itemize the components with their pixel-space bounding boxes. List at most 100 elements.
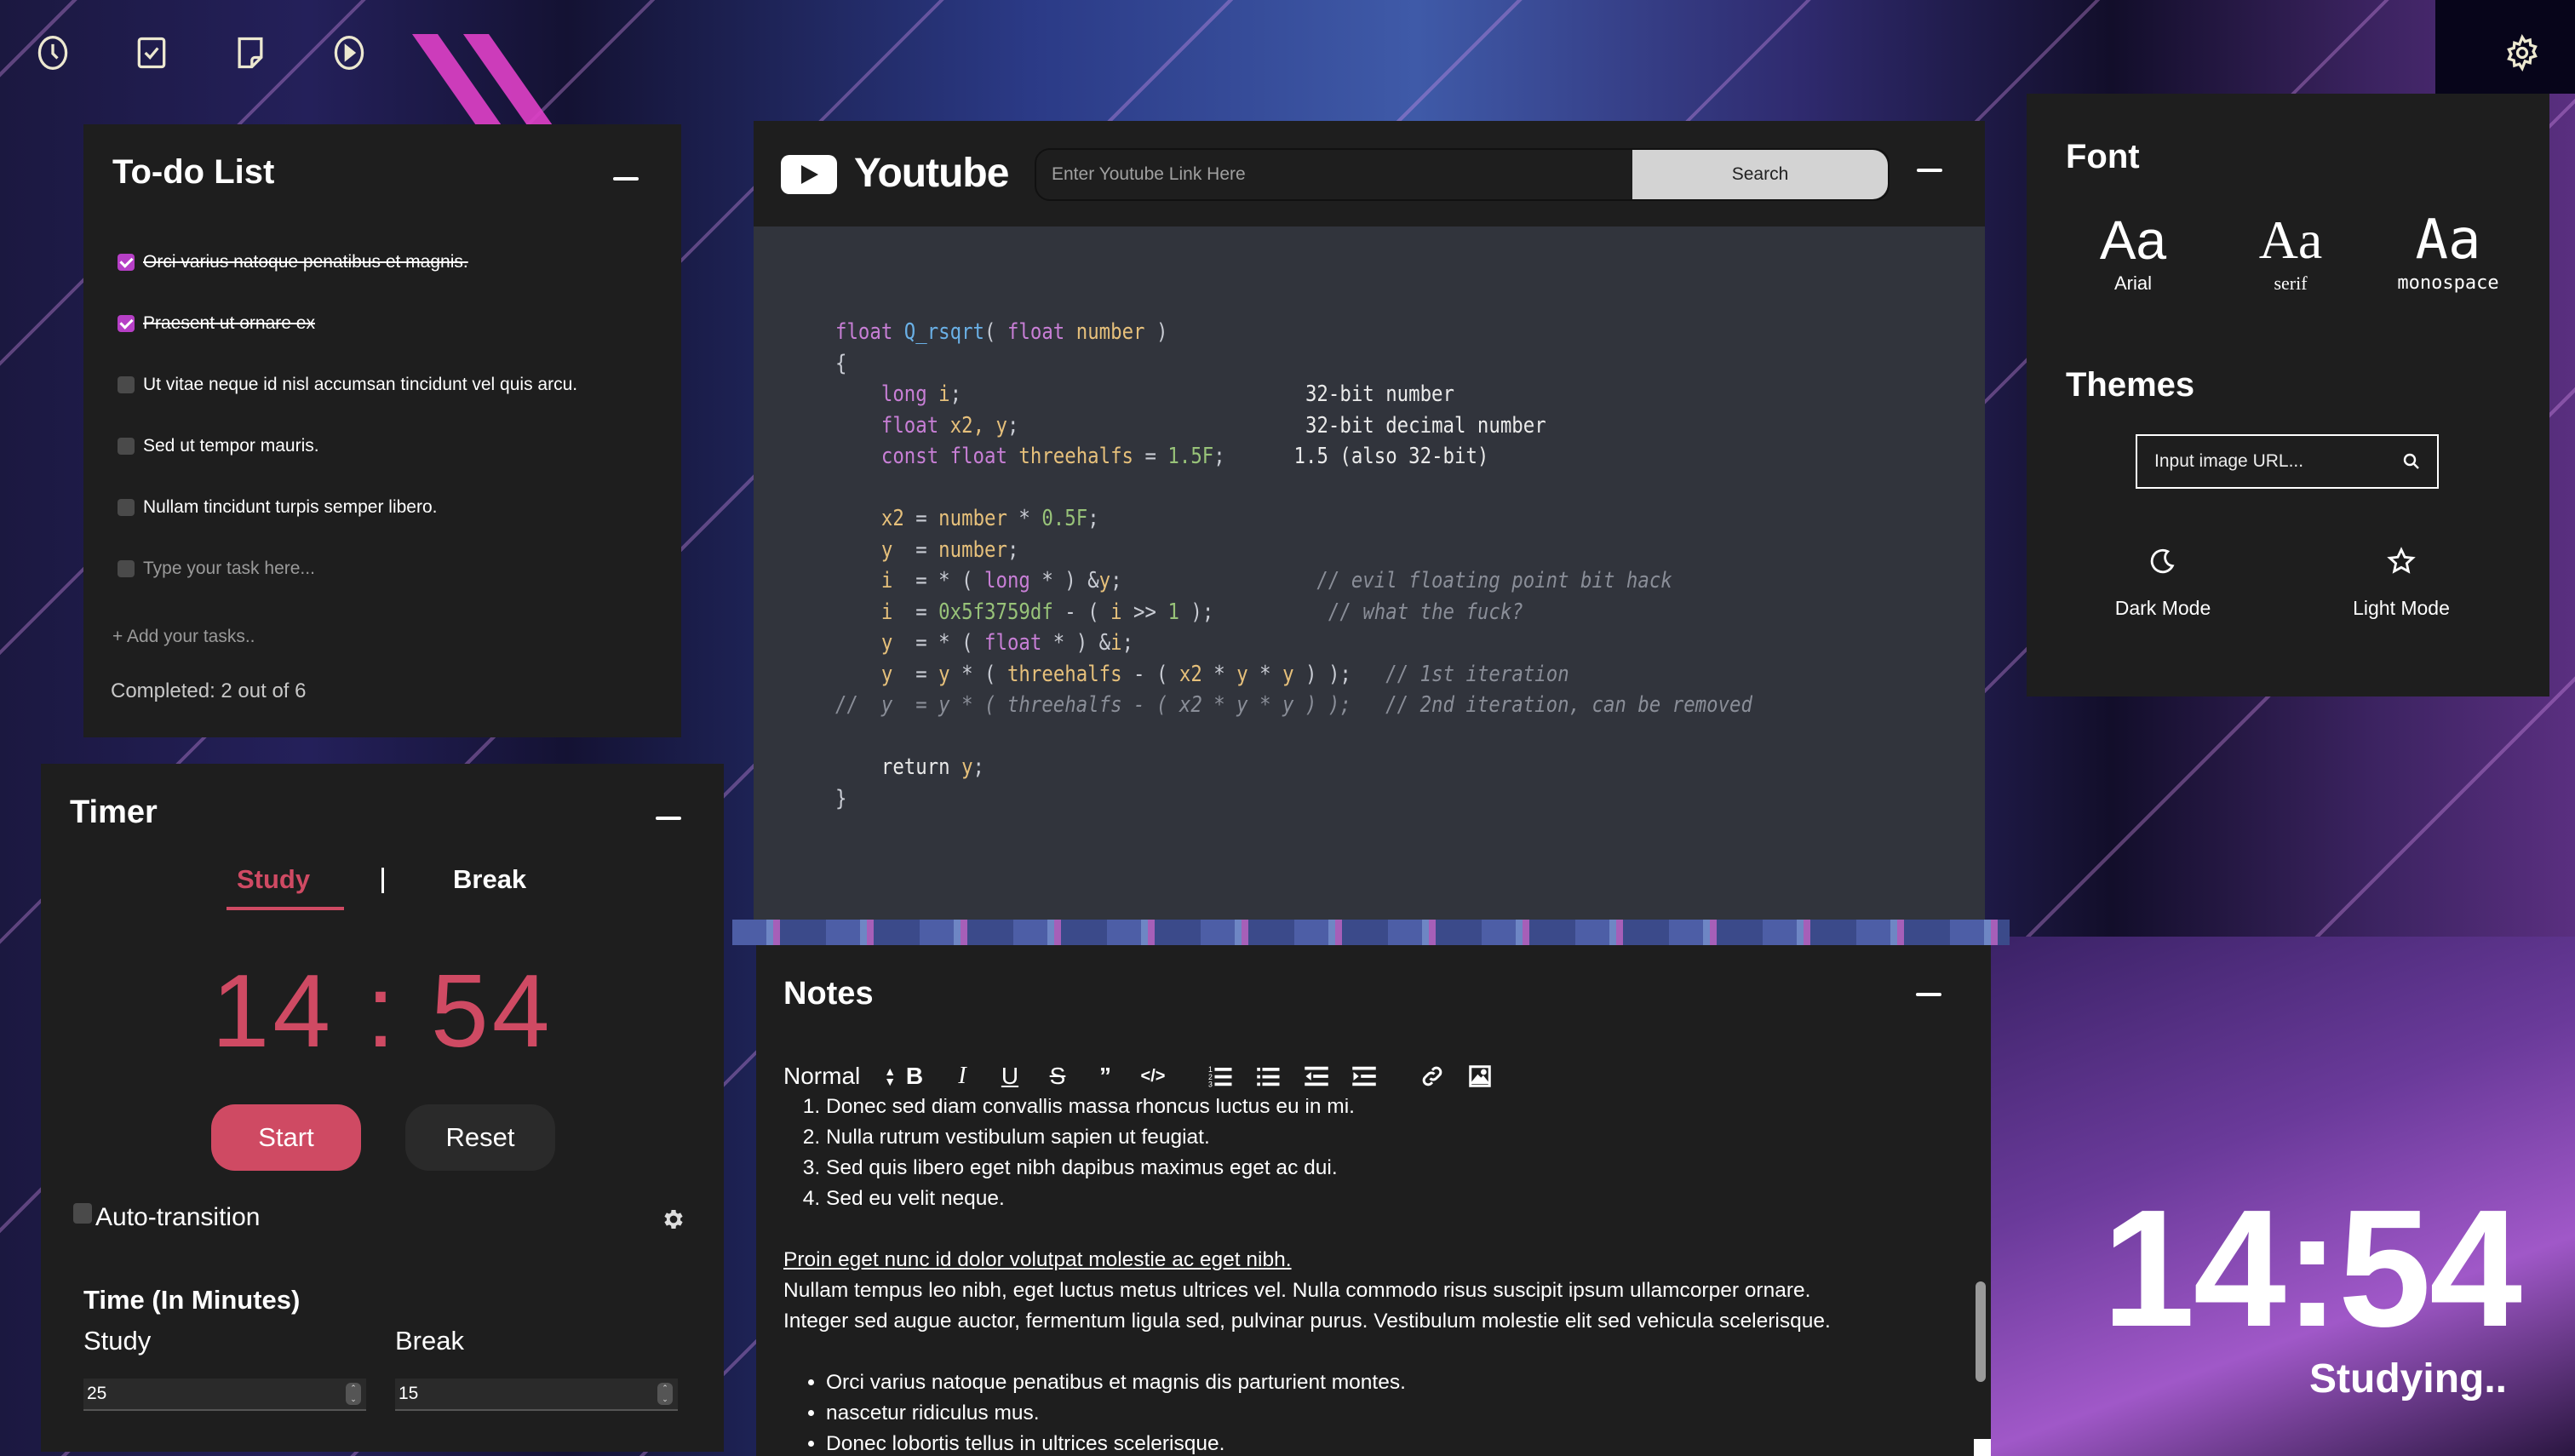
todo-item: Sed ut tempor mauris. — [118, 416, 662, 477]
youtube-play-icon[interactable] — [327, 31, 371, 75]
add-task-button[interactable]: + Add your tasks.. — [112, 627, 255, 647]
gear-icon[interactable] — [2500, 31, 2544, 75]
todo-item: Nullam tincidunt turpis semper libero. — [118, 477, 662, 538]
youtube-link-input[interactable] — [1036, 150, 1632, 199]
settings-panel: Font Aa Arial Aa serif Aa monospace Them… — [2027, 94, 2549, 696]
todo-text[interactable]: Orci varius natoque penatibus et magnis. — [143, 252, 468, 272]
list-item: nascetur ridiculus mus. — [826, 1398, 1941, 1429]
list-item: Donec sed diam convallis massa rhoncus l… — [826, 1098, 1941, 1122]
study-duration-stepper[interactable]: ⌃ ⌄ — [346, 1383, 361, 1405]
todo-checkbox[interactable] — [118, 499, 135, 516]
notes-icon[interactable] — [228, 31, 272, 75]
video-frame-code: float Q_rsqrt( float number ) { long i; … — [835, 319, 1752, 811]
todo-text[interactable]: Praesent ut ornare ex — [143, 313, 315, 334]
link-icon[interactable] — [1414, 1059, 1451, 1093]
minimize-youtube-button[interactable] — [1917, 169, 1942, 172]
tab-study[interactable]: Study — [226, 864, 345, 910]
break-duration-stepper[interactable]: ⌃ ⌄ — [657, 1383, 673, 1405]
code-icon[interactable]: </> — [1134, 1059, 1172, 1093]
auto-transition-checkbox[interactable] — [73, 1203, 92, 1224]
todo-checkbox[interactable] — [118, 315, 135, 332]
break-duration-input[interactable] — [395, 1383, 657, 1405]
blockquote-icon[interactable]: ” — [1087, 1059, 1124, 1093]
youtube-search-button[interactable]: Search — [1632, 150, 1888, 199]
minimize-notes-button[interactable] — [1916, 993, 1941, 996]
font-option-arial[interactable]: Aa Arial — [2061, 213, 2205, 295]
countdown-separator: : — [366, 953, 399, 1069]
select-arrows-icon: ▲ ▼ — [884, 1064, 897, 1088]
study-duration-field: ⌃⌄ — [83, 1379, 366, 1411]
todo-text[interactable]: Ut vitae neque id nisl accumsan tincidun… — [143, 375, 577, 395]
ordered-list-icon[interactable]: 123 — [1202, 1059, 1240, 1093]
timer-settings-gear-icon[interactable] — [661, 1207, 688, 1234]
bullet-list-icon[interactable] — [1250, 1059, 1288, 1093]
youtube-video-player[interactable]: float Q_rsqrt( float number ) { long i; … — [754, 226, 1985, 920]
notes-paragraph: Integer sed augue auctor, fermentum ligu… — [783, 1310, 1831, 1333]
notes-ordered-list: Donec sed diam convallis massa rhoncus l… — [783, 1098, 1941, 1214]
youtube-logo-icon — [781, 155, 837, 194]
font-name: Arial — [2113, 272, 2152, 294]
todo-item: Orci varius natoque penatibus et magnis. — [118, 232, 662, 293]
start-button[interactable]: Start — [211, 1104, 361, 1171]
todo-icon[interactable] — [129, 31, 174, 75]
countdown-display: 14 : 54 — [41, 951, 724, 1070]
light-mode-button[interactable]: Light Mode — [2316, 547, 2486, 620]
underline-icon[interactable]: U — [991, 1059, 1029, 1093]
font-sample: Aa — [2258, 209, 2323, 270]
study-duration-input[interactable] — [83, 1383, 346, 1405]
list-item: Sed quis libero eget nibh dapibus maximu… — [826, 1153, 1941, 1184]
font-name: serif — [2274, 272, 2308, 294]
auto-transition-toggle: Auto-transition — [73, 1203, 260, 1232]
clock-icon[interactable] — [31, 31, 75, 75]
todo-checkbox[interactable] — [118, 254, 135, 271]
todo-panel: To-do List Orci varius natoque penatibus… — [83, 124, 681, 737]
font-options: Aa Arial Aa serif Aa monospace — [2061, 213, 2521, 295]
list-item: Sed eu velit neque. — [826, 1184, 1941, 1214]
timer-panel: Timer Study Break 14 : 54 Start Reset Au… — [41, 764, 724, 1452]
todo-checkbox[interactable] — [118, 376, 135, 393]
notes-underlined-text: Proin eget nunc id dolor volutpat molest… — [783, 1248, 1292, 1271]
resize-handle[interactable] — [1974, 1439, 1991, 1456]
todo-checkbox[interactable] — [118, 438, 135, 455]
auto-transition-label: Auto-transition — [95, 1203, 261, 1231]
theme-label: Dark Mode — [2114, 597, 2211, 619]
svg-text:3: 3 — [1208, 1081, 1213, 1089]
minimize-timer-button[interactable] — [656, 817, 681, 820]
strikethrough-icon[interactable]: S — [1039, 1059, 1076, 1093]
break-duration-label: Break — [395, 1326, 464, 1356]
font-option-serif[interactable]: Aa serif — [2218, 213, 2363, 295]
notes-editor[interactable]: Donec sed diam convallis massa rhoncus l… — [783, 1098, 1941, 1456]
todo-new-item — [118, 538, 662, 599]
todo-text[interactable]: Nullam tincidunt turpis semper libero. — [143, 497, 437, 518]
themes-heading: Themes — [2066, 366, 2195, 404]
countdown-seconds: 54 — [430, 953, 553, 1069]
bold-icon[interactable]: B — [896, 1059, 933, 1093]
indent-icon[interactable] — [1345, 1059, 1383, 1093]
font-option-monospace[interactable]: Aa monospace — [2376, 213, 2521, 295]
image-icon[interactable] — [1461, 1059, 1499, 1093]
text-format-select[interactable]: Normal ▲ ▼ — [783, 1063, 896, 1090]
dark-mode-button[interactable]: Dark Mode — [2078, 547, 2248, 620]
todo-item: Ut vitae neque id nisl accumsan tincidun… — [118, 354, 662, 416]
timer-title: Timer — [70, 794, 158, 830]
todo-text[interactable]: Sed ut tempor mauris. — [143, 436, 319, 456]
list-item: Nulla rutrum vestibulum sapien ut feugia… — [826, 1122, 1941, 1153]
font-sample: Aa — [2415, 209, 2481, 272]
clock-widget: 14:54 Studying.. — [2078, 1184, 2522, 1402]
minimize-todo-button[interactable] — [613, 177, 639, 181]
youtube-panel: Youtube Search float Q_rsqrt( float numb… — [754, 121, 1985, 920]
notes-title: Notes — [783, 976, 874, 1012]
search-icon[interactable] — [2394, 444, 2429, 479]
outdent-icon[interactable] — [1298, 1059, 1335, 1093]
notes-scrollbar[interactable] — [1976, 1281, 1986, 1382]
font-name: monospace — [2397, 272, 2499, 294]
todo-checkbox[interactable] — [118, 560, 135, 577]
new-task-input[interactable] — [143, 559, 620, 579]
italic-icon[interactable]: I — [943, 1059, 981, 1093]
reset-button[interactable]: Reset — [405, 1104, 555, 1171]
image-url-input[interactable] — [2137, 450, 2394, 473]
tab-break[interactable]: Break — [453, 864, 526, 895]
completed-count: Completed: 2 out of 6 — [111, 679, 307, 702]
moon-icon — [2150, 548, 2175, 574]
break-duration-field: ⌃⌄ — [395, 1379, 678, 1411]
